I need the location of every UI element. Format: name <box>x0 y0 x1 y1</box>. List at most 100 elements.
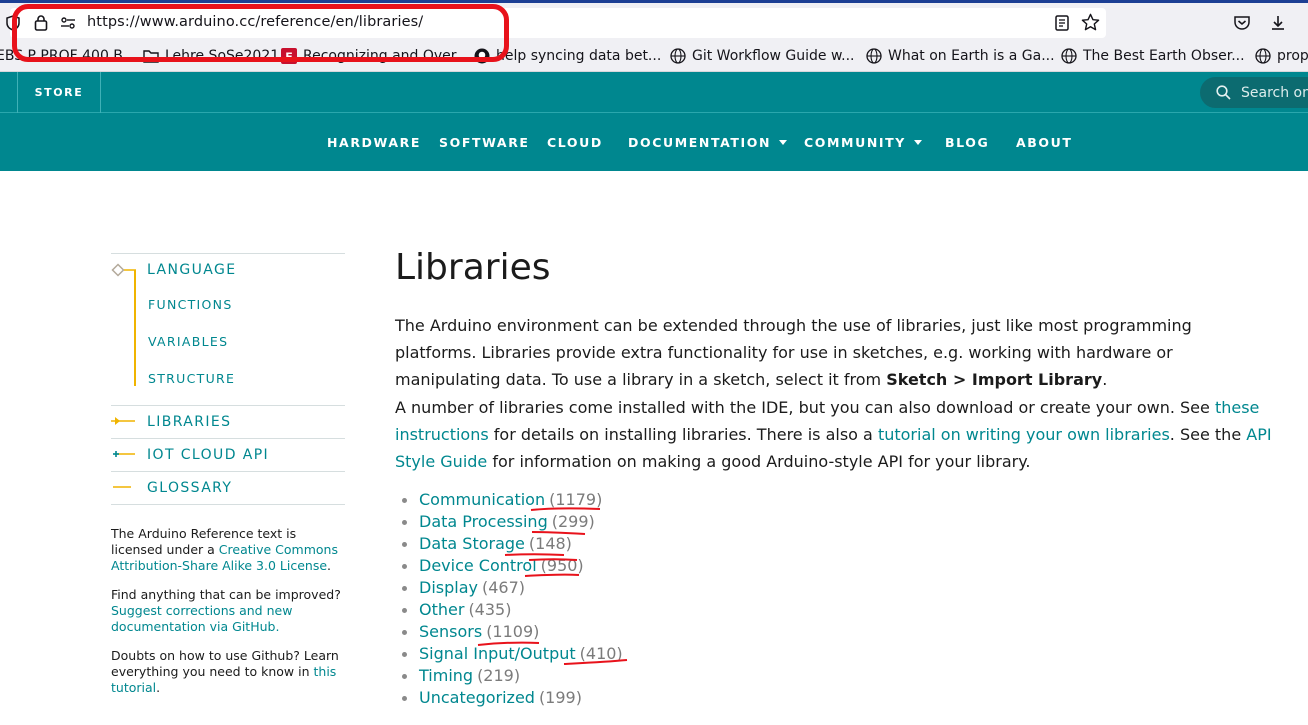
category-count: (219) <box>477 666 521 685</box>
nav-hardware[interactable]: HARDWARE <box>327 135 421 150</box>
bookmarks-toolbar: EBS P PROF 400 B... Lehre SoSe2021 E Rec… <box>0 40 1308 72</box>
list-item: Sensors (1109) <box>402 621 623 643</box>
triangle-pointer-icon <box>111 417 135 425</box>
bookmark-item[interactable]: Git Workflow Guide w... <box>670 47 855 65</box>
intro-text: The Arduino environment can be extended … <box>395 312 1275 475</box>
tutorial-libraries-link[interactable]: tutorial on writing your own libraries <box>878 425 1170 444</box>
category-link[interactable]: Uncategorized <box>419 687 535 709</box>
globe-icon <box>670 48 686 64</box>
page-title: Libraries <box>395 247 551 288</box>
pocket-icon[interactable] <box>1233 14 1251 32</box>
category-count: (435) <box>468 600 512 619</box>
bookmark-item[interactable]: What on Earth is a Ga... <box>866 47 1055 65</box>
bookmark-item[interactable]: The Best Earth Obser... <box>1061 47 1245 65</box>
globe-icon <box>1061 48 1077 64</box>
category-count: (148) <box>528 534 572 553</box>
search-placeholder: Search on <box>1241 84 1308 101</box>
category-link[interactable]: Device Control <box>419 555 537 577</box>
bullet-icon <box>402 519 407 525</box>
site-top-bar: STORE Search on <box>0 72 1308 113</box>
list-item: Uncategorized (199) <box>402 687 623 709</box>
svg-text:E: E <box>285 51 293 64</box>
bullet-icon <box>402 497 407 503</box>
list-item: Timing (219) <box>402 665 623 687</box>
category-count: (299) <box>551 512 595 531</box>
bullet-icon <box>402 607 407 613</box>
nav-cloud[interactable]: CLOUD <box>547 135 603 150</box>
browser-toolbar: https://www.arduino.cc/reference/en/libr… <box>0 0 1308 40</box>
list-item: Data Storage (148) <box>402 533 623 555</box>
list-item: Communication (1179) <box>402 489 623 511</box>
plus-expand-icon[interactable] <box>111 449 137 459</box>
tracking-protection-shield-icon[interactable] <box>6 15 20 31</box>
sidebar-item-iot-cloud-api[interactable]: IOT CLOUD API <box>147 447 269 463</box>
nav-about[interactable]: ABOUT <box>1016 135 1073 150</box>
sidebar-item-structure[interactable]: STRUCTURE <box>148 371 235 386</box>
downloads-icon[interactable] <box>1269 14 1287 32</box>
improve-note: Find anything that can be improved? Sugg… <box>111 587 341 634</box>
sidebar-item-functions[interactable]: FUNCTIONS <box>148 297 233 312</box>
bookmark-item[interactable]: EBS P PROF 400 B... <box>0 47 136 65</box>
chevron-down-icon <box>913 140 922 145</box>
intro-paragraph-1: The Arduino environment can be extended … <box>395 316 1192 390</box>
divider <box>111 504 345 505</box>
nav-documentation[interactable]: DOCUMENTATION <box>628 135 788 150</box>
sidebar-item-libraries[interactable]: LIBRARIES <box>147 414 231 430</box>
bookmark-star-icon[interactable] <box>1081 13 1100 32</box>
permissions-icon[interactable] <box>60 17 76 29</box>
url-bar[interactable]: https://www.arduino.cc/reference/en/libr… <box>6 8 1106 38</box>
github-icon <box>474 48 490 64</box>
category-link[interactable]: Other <box>419 599 464 621</box>
sidebar-item-language[interactable]: LANGUAGE <box>147 262 237 278</box>
sidebar-item-glossary[interactable]: GLOSSARY <box>147 480 232 496</box>
bookmark-item[interactable]: E Recognizing and Over... <box>281 47 469 65</box>
bookmark-folder[interactable]: Lehre SoSe2021 <box>143 47 279 65</box>
nav-blog[interactable]: BLOG <box>945 135 989 150</box>
url-text[interactable]: https://www.arduino.cc/reference/en/libr… <box>87 14 423 30</box>
bullet-icon <box>402 695 407 701</box>
line-marker-icon <box>113 486 131 488</box>
list-item: Other (435) <box>402 599 623 621</box>
license-note: The Arduino Reference text is licensed u… <box>111 526 338 573</box>
bullet-icon <box>402 673 407 679</box>
bookmark-item[interactable]: prop <box>1255 47 1308 65</box>
library-category-list: Communication (1179) Data Processing (299)… <box>402 489 623 709</box>
category-link[interactable]: Timing <box>419 665 473 687</box>
category-count: (1109) <box>486 622 540 641</box>
site-search-input[interactable]: Search on <box>1200 77 1308 108</box>
bullet-icon <box>402 541 407 547</box>
category-link[interactable]: Data Processing <box>419 511 548 533</box>
divider <box>111 405 345 406</box>
list-item: Signal Input/Output (410) <box>402 643 623 665</box>
bookmark-item[interactable]: help syncing data bet... <box>474 47 661 65</box>
divider <box>111 471 345 472</box>
list-item: Device Control (950) <box>402 555 623 577</box>
nav-software[interactable]: SOFTWARE <box>439 135 530 150</box>
github-note: Doubts on how to use Github? Learn every… <box>111 648 339 695</box>
divider <box>111 253 345 254</box>
bullet-icon <box>402 563 407 569</box>
bullet-icon <box>402 629 407 635</box>
suggest-corrections-link[interactable]: Suggest corrections and new documentatio… <box>111 603 292 634</box>
search-icon <box>1216 85 1231 100</box>
globe-icon <box>1255 48 1271 64</box>
bullet-icon <box>402 651 407 657</box>
main-nav: HARDWARE SOFTWARE CLOUD DOCUMENTATION CO… <box>0 113 1308 171</box>
category-link[interactable]: Display <box>419 577 478 599</box>
category-link[interactable]: Sensors <box>419 621 482 643</box>
lock-icon[interactable] <box>34 14 48 31</box>
globe-icon <box>866 48 882 64</box>
list-item: Display (467) <box>402 577 623 599</box>
category-count: (410) <box>579 644 623 663</box>
site-favicon-icon: E <box>281 48 297 64</box>
category-link[interactable]: Signal Input/Output <box>419 643 576 665</box>
category-link[interactable]: Data Storage <box>419 533 525 555</box>
category-link[interactable]: Communication <box>419 489 545 511</box>
sidebar-item-variables[interactable]: VARIABLES <box>148 334 228 349</box>
reader-view-icon[interactable] <box>1055 15 1069 31</box>
store-link[interactable]: STORE <box>17 72 101 113</box>
nav-community[interactable]: COMMUNITY <box>804 135 922 150</box>
category-count: (467) <box>481 578 526 597</box>
intro-paragraph-2: A number of libraries come installed wit… <box>395 397 1272 472</box>
category-count: (199) <box>538 688 582 707</box>
